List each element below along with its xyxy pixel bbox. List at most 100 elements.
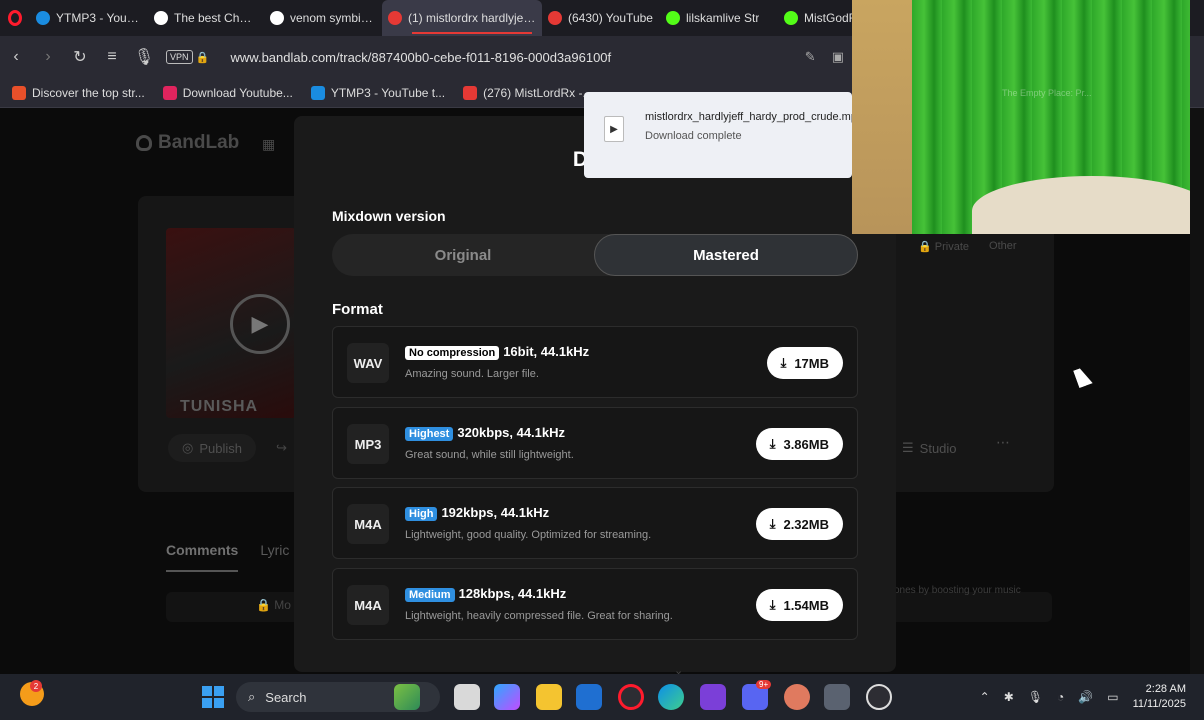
downloaded-filename[interactable]: mistlordrx_hardlyjeff_hardy_prod_crude.m… [645, 111, 863, 123]
microphone-tray-icon[interactable]: 🎙 [1028, 690, 1043, 704]
download-icon: ⤓ [780, 355, 787, 370]
download-size: 1.54MB [783, 597, 829, 613]
download-button[interactable]: ⤓ 2.32MB [755, 508, 843, 540]
opera-menu-icon[interactable] [0, 0, 30, 36]
format-label: Format [332, 301, 383, 318]
bookmark-label: YTMP3 - YouTube t... [330, 85, 446, 100]
download-icon: ⤓ [769, 436, 776, 451]
format-spec: High 192kbps, 44.1kHz [405, 505, 549, 521]
tab-comments[interactable]: Comments [166, 542, 239, 572]
obs-icon[interactable] [866, 684, 892, 710]
bookmark-item[interactable]: Discover the top str... [12, 85, 145, 100]
mixdown-toggle: Original Mastered [332, 234, 858, 276]
wifi-icon[interactable]: ◔ [1057, 690, 1064, 704]
windows-start-icon[interactable] [202, 686, 224, 708]
camera-app-icon[interactable] [824, 684, 850, 710]
publish-button[interactable]: ◎ Publish [168, 434, 256, 462]
comment-lock-icon: 🔒 Mo [256, 598, 291, 612]
browser-tab[interactable]: The best ChatBot [148, 0, 264, 36]
lock-icon[interactable]: 🔒 [193, 36, 213, 78]
mixdown-mastered-option[interactable]: Mastered [594, 234, 858, 276]
bookmark-item[interactable]: Download Youtube... [162, 85, 293, 100]
download-button[interactable]: ⤓ 1.54MB [755, 589, 843, 621]
system-clock[interactable]: 2:28 AM 11/11/2025 [1133, 682, 1186, 712]
bookmark-label: Discover the top str... [32, 85, 145, 100]
quality-tag: High [405, 507, 438, 521]
chevron-up-icon[interactable]: ⌃ [980, 690, 990, 704]
comments-tab-bar: Comments Lyric [166, 542, 289, 572]
more-options-icon[interactable]: ⋯ [996, 434, 1010, 451]
app-avatar-icon[interactable] [784, 684, 810, 710]
volume-icon[interactable]: 🔊 [1078, 690, 1093, 704]
reader-mode-icon[interactable]: ≡ [96, 36, 128, 78]
camera-snapshot-icon[interactable]: ▣ [832, 49, 844, 65]
studio-button[interactable]: ☰ Studio [902, 434, 982, 462]
microphone-icon[interactable]: 🎙 [128, 36, 160, 78]
search-highlight-icon[interactable] [394, 684, 420, 710]
file-explorer-icon[interactable] [536, 684, 562, 710]
clipchamp-icon[interactable] [700, 684, 726, 710]
format-row: WAV No compression 16bit, 44.1kHz Amazing s… [332, 326, 858, 398]
apps-grid-icon[interactable]: ▦ [262, 136, 275, 153]
browser-tab[interactable]: YTMP3 - YouTube [30, 0, 148, 36]
ytmp3-icon [36, 11, 50, 25]
format-spec-text: 192kbps, 44.1kHz [441, 505, 550, 520]
forward-icon[interactable]: › [32, 36, 64, 78]
back-icon[interactable]: ‹ [0, 36, 32, 78]
download-complete-popup[interactable]: ▶ mistlordrx_hardlyjeff_hardy_prod_crude… [584, 92, 863, 178]
format-description: Lightweight, good quality. Optimized for… [405, 529, 652, 541]
download-button[interactable]: ⤓ 3.86MB [755, 428, 843, 460]
play-icon[interactable]: ▶ [230, 294, 290, 354]
bookmark-item[interactable]: YTMP3 - YouTube t... [310, 85, 446, 100]
privacy-selector[interactable]: 🔒 Private Other [918, 240, 1017, 253]
browser-tab[interactable]: venom symbiote [264, 0, 382, 36]
tab-lyrics[interactable]: Lyric [260, 542, 289, 572]
url-field[interactable]: www.bandlab.com/track/887400b0-cebe-f011… [231, 50, 612, 65]
task-view-icon[interactable] [454, 684, 480, 710]
format-description: Amazing sound. Larger file. [405, 368, 539, 380]
browser-tab[interactable]: (1) mistlordrx hardlyjeff h [382, 0, 542, 36]
discord-badge: 9+ [756, 680, 772, 689]
tab-label: YTMP3 - YouTube [56, 11, 142, 25]
format-code-badge: MP3 [347, 424, 389, 464]
download-button[interactable]: ⤓ 17MB [766, 347, 843, 379]
format-spec: No compression 16bit, 44.1kHz [405, 344, 589, 360]
mixdown-label: Mixdown version [332, 208, 446, 224]
google-icon [270, 11, 284, 25]
bluetooth-icon[interactable]: ✱ [1004, 690, 1014, 704]
privacy-other[interactable]: Other [989, 240, 1017, 253]
webcam-ghost-text: The Empty Place: Pr... [1002, 88, 1092, 98]
download-status: Download complete [645, 130, 742, 142]
page-scrollbar[interactable] [1190, 108, 1204, 674]
edit-icon[interactable]: ✎ [805, 49, 816, 65]
vpn-badge[interactable]: VPN [166, 50, 193, 64]
format-spec-text: 320kbps, 44.1kHz [457, 425, 566, 440]
download-size: 3.86MB [783, 436, 829, 452]
boost-hint: ones by boosting your music [894, 585, 1021, 596]
copilot-icon[interactable] [494, 684, 520, 710]
browser-tab[interactable]: lilskamlive Str [660, 0, 778, 36]
download-icon: ⤓ [769, 597, 776, 612]
format-code-badge: M4A [347, 585, 389, 625]
bookmark-item[interactable]: (276) MistLordRx -... [463, 85, 592, 100]
battery-icon[interactable]: ▭ [1107, 690, 1118, 704]
system-tray: ⌃ ✱ 🎙 ◔ 🔊 ▭ 2:28 AM 11/11/2025 [980, 674, 1186, 720]
kick-icon [666, 11, 680, 25]
bandlab-logo-icon [136, 135, 152, 151]
mixdown-original-option[interactable]: Original [332, 234, 594, 276]
browser-tab[interactable]: (6430) YouTube [542, 0, 660, 36]
windows-taskbar: 2 ⌕ Search 9+ ⌃ ✱ 🎙 ◔ 🔊 ▭ 2:28 AM 11/11/2… [0, 674, 1204, 720]
reload-icon[interactable]: ↻ [64, 36, 96, 78]
format-spec-text: 128kbps, 44.1kHz [458, 586, 567, 601]
format-description: Great sound, while still lightweight. [405, 449, 574, 461]
quality-tag: No compression [405, 346, 500, 360]
quality-tag: Medium [405, 588, 455, 602]
cover-art-text: TUNISHA [180, 398, 259, 415]
opera-taskbar-icon[interactable] [618, 684, 644, 710]
webcam-overlay: The Empty Place: Pr... [852, 0, 1190, 234]
download-icon: ⤓ [769, 516, 776, 531]
privacy-private[interactable]: 🔒 Private [918, 240, 969, 253]
edge-icon[interactable] [658, 684, 684, 710]
outlook-icon[interactable] [576, 684, 602, 710]
share-icon[interactable]: ↪ [276, 440, 287, 456]
